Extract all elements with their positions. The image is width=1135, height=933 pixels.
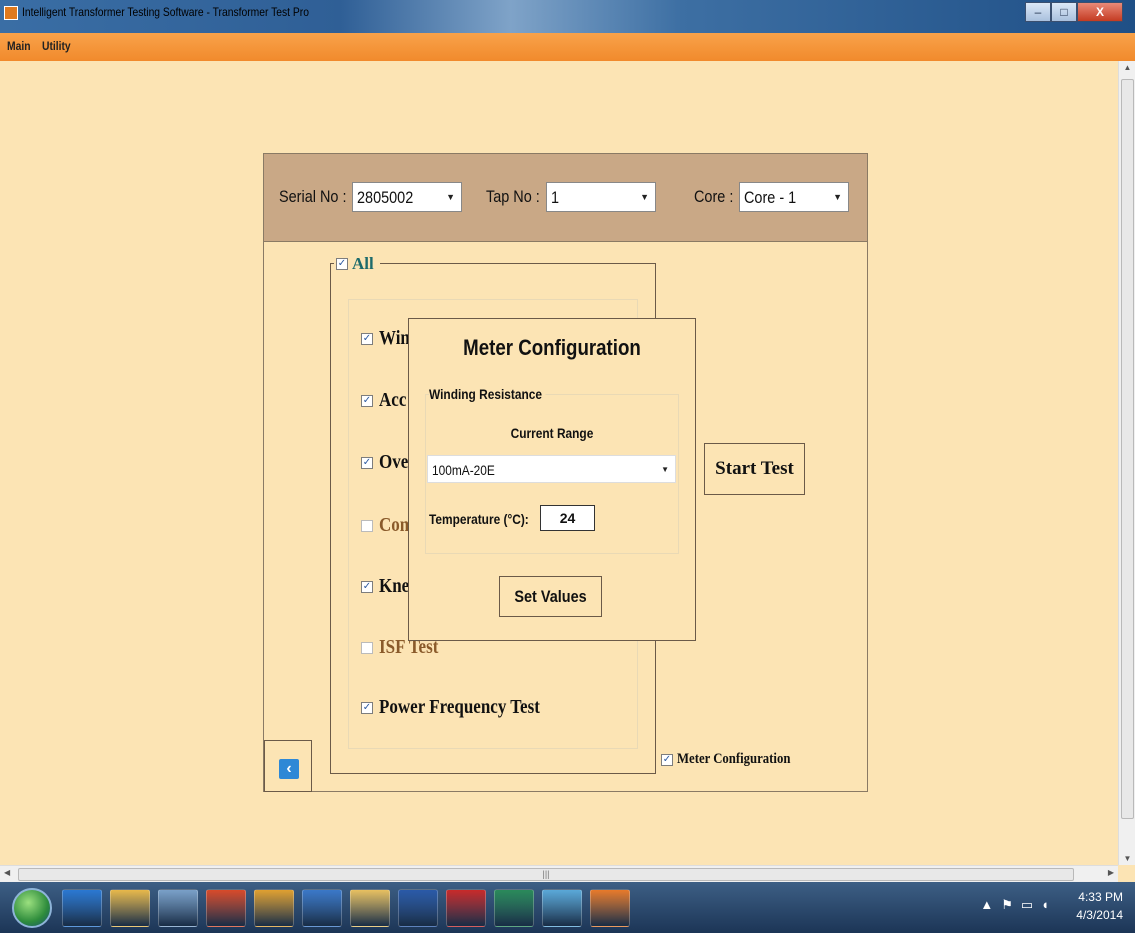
clock[interactable]: 4:33 PM 4/3/2014 [1076, 888, 1123, 924]
checkbox-checked-icon[interactable]: ✓ [361, 394, 373, 407]
core-label: Core : [694, 187, 734, 206]
meter-configuration-checkbox[interactable]: ✓ Meter Configuration [661, 751, 810, 768]
set-values-label: Set Values [514, 587, 587, 606]
taskbar-explorer-icon[interactable] [110, 889, 150, 927]
core-combo[interactable]: Core - 1 ▼ [739, 182, 849, 212]
taskbar-app-icon[interactable] [254, 889, 294, 927]
test-label: Power Frequency Test [379, 696, 540, 718]
taskbar-app4-icon[interactable] [590, 889, 630, 927]
flag-icon[interactable]: ⚑ [1001, 897, 1021, 912]
chevron-down-icon: ▼ [446, 192, 455, 202]
dialog-title: Meter Configuration [463, 335, 641, 360]
current-range-label: Current Range [510, 425, 594, 441]
test-label: Acc [379, 389, 407, 411]
scroll-thumb[interactable]: ||| [18, 868, 1074, 881]
tap-value: 1 [551, 188, 560, 207]
serial-combo[interactable]: 2805002 ▼ [352, 182, 462, 212]
tray-icons: ▲⚑▭◖ [980, 897, 1057, 913]
scroll-right-icon[interactable]: ▶ [1108, 868, 1114, 877]
checkbox-checked-icon[interactable]: ✓ [361, 456, 373, 469]
checkbox-checked-icon[interactable]: ✓ [361, 332, 373, 345]
temperature-label: Temperature (°C): [429, 511, 529, 527]
test-label: Ove [379, 451, 409, 473]
start-button[interactable] [12, 888, 52, 928]
set-values-button[interactable]: Set Values [499, 576, 602, 617]
checkbox-checked-icon[interactable]: ✓ [361, 580, 373, 593]
serial-value: 2805002 [357, 188, 414, 207]
test-knee-point[interactable]: ✓ Kne [361, 575, 415, 598]
network-icon[interactable]: ▭ [1021, 897, 1041, 912]
taskbar-chrome-icon[interactable] [206, 889, 246, 927]
close-button[interactable]: X [1077, 2, 1123, 22]
taskbar-ie-icon[interactable] [62, 889, 102, 927]
chevron-down-icon: ▼ [833, 192, 842, 202]
menu-utility[interactable]: Utility [42, 39, 71, 53]
temperature-input[interactable]: 24 [540, 505, 595, 531]
checkbox-checked-icon[interactable]: ✓ [661, 753, 673, 766]
taskbar-folder-icon[interactable] [350, 889, 390, 927]
menu-bar: Main Utility [0, 33, 1135, 61]
maximize-button[interactable]: □ [1051, 2, 1077, 22]
all-label: All [352, 254, 374, 273]
test-accuracy[interactable]: ✓ Acc [361, 389, 411, 412]
checkbox-unchecked-icon[interactable]: ✓ [361, 641, 373, 654]
horizontal-scrollbar[interactable]: ◀ ||| ▶ [0, 865, 1118, 882]
scroll-left-icon[interactable]: ◀ [4, 868, 10, 877]
title-bar: Intelligent Transformer Testing Software… [0, 0, 1135, 33]
checkbox-checked-icon[interactable]: ✓ [336, 258, 348, 270]
meter-configuration-label: Meter Configuration [677, 751, 791, 767]
tray-expand-icon[interactable]: ▲ [980, 897, 1001, 912]
start-test-button[interactable]: Start Test [704, 443, 805, 495]
volume-icon[interactable]: ◖ [1041, 897, 1057, 912]
selection-header: Serial No : 2805002 ▼ Tap No : 1 ▼ Core … [264, 154, 867, 242]
scroll-thumb[interactable] [1121, 79, 1134, 819]
vertical-scrollbar[interactable]: ▲ ▼ [1118, 61, 1135, 865]
taskbar-acrobat-icon[interactable] [446, 889, 486, 927]
test-overload[interactable]: ✓ Ove [361, 451, 413, 474]
back-button[interactable]: ‹ [264, 740, 312, 792]
taskbar: ▲⚑▭◖ 4:33 PM 4/3/2014 [0, 882, 1135, 933]
tap-label: Tap No : [486, 187, 540, 206]
scroll-down-icon[interactable]: ▼ [1119, 854, 1135, 863]
current-range-select[interactable]: 100mA-20E ▼ [427, 455, 676, 483]
taskbar-app3-icon[interactable] [542, 889, 582, 927]
chevron-left-icon: ‹ [279, 759, 299, 779]
core-value: Core - 1 [744, 188, 797, 207]
taskbar-app2-icon[interactable] [494, 889, 534, 927]
test-label: Kne [379, 575, 410, 597]
checkbox-checked-icon[interactable]: ✓ [361, 701, 373, 714]
clock-date: 4/3/2014 [1076, 908, 1123, 922]
clock-time: 4:33 PM [1078, 890, 1123, 904]
window-controls: – □ X [1025, 2, 1123, 22]
checkbox-unchecked-icon[interactable]: ✓ [361, 519, 373, 532]
serial-label: Serial No : [279, 187, 347, 206]
taskbar-tools-icon[interactable] [158, 889, 198, 927]
taskbar-word-icon[interactable] [398, 889, 438, 927]
scroll-up-icon[interactable]: ▲ [1119, 63, 1135, 72]
chevron-down-icon: ▼ [661, 465, 669, 474]
chevron-down-icon: ▼ [640, 192, 649, 202]
test-power-frequency[interactable]: ✓ Power Frequency Test [361, 696, 568, 719]
window-title: Intelligent Transformer Testing Software… [22, 5, 309, 19]
test-label: Win [379, 327, 410, 349]
menu-main[interactable]: Main [7, 39, 31, 53]
meter-configuration-dialog: Meter Configuration Winding Resistance C… [408, 318, 696, 641]
tap-combo[interactable]: 1 ▼ [546, 182, 656, 212]
minimize-button[interactable]: – [1025, 2, 1051, 22]
app-icon [4, 6, 18, 20]
current-range-value: 100mA-20E [432, 462, 495, 478]
all-checkbox[interactable]: ✓ All [334, 254, 380, 274]
winding-resistance-label: Winding Resistance [429, 386, 546, 402]
taskbar-media-icon[interactable] [302, 889, 342, 927]
